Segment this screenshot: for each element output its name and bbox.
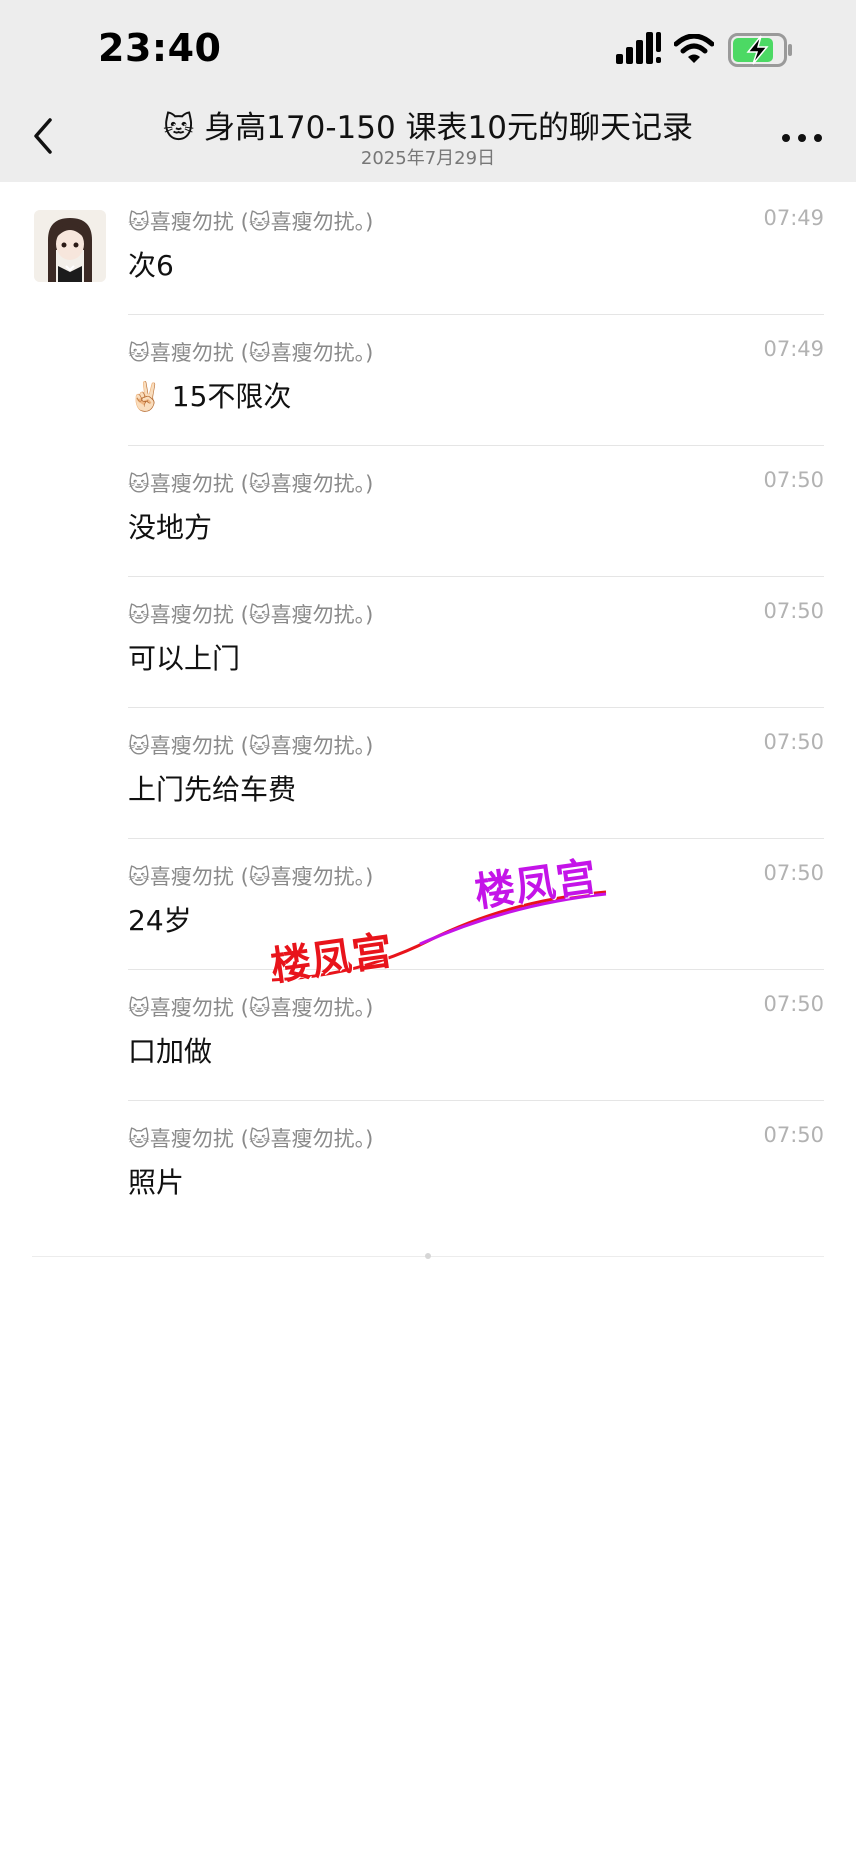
- message-sender: 🐱喜瘦勿扰 (🐱喜瘦勿扰。): [128, 1127, 374, 1151]
- message-time: 07:50: [763, 599, 824, 623]
- message-sender: 🐱喜瘦勿扰 (🐱喜瘦勿扰。): [128, 341, 374, 365]
- message-item[interactable]: 🐱喜瘦勿扰 (🐱喜瘦勿扰。) 07:50 照片: [128, 1101, 824, 1232]
- message-sender: 🐱喜瘦勿扰 (🐱喜瘦勿扰。): [128, 472, 374, 496]
- message-item[interactable]: 🐱喜瘦勿扰 (🐱喜瘦勿扰。) 07:50 可以上门: [128, 577, 824, 708]
- more-options-button[interactable]: [776, 120, 828, 156]
- message-sender: 🐱喜瘦勿扰 (🐱喜瘦勿扰。): [128, 603, 374, 627]
- message-item[interactable]: 🐱喜瘦勿扰 (🐱喜瘦勿扰。) 07:49 次6: [128, 184, 824, 315]
- message-sender: 🐱喜瘦勿扰 (🐱喜瘦勿扰。): [128, 734, 374, 758]
- message-text: ✌🏻 15不限次: [128, 380, 292, 413]
- cat-emoji-icon: 🐱: [163, 111, 195, 146]
- message-text: 次6: [128, 249, 174, 282]
- top-area: 23:40 🐱 身高170-150 课表10元的聊天记录 2025年7月29日: [0, 0, 856, 182]
- message-time: 07:50: [763, 992, 824, 1016]
- message-item[interactable]: 🐱喜瘦勿扰 (🐱喜瘦勿扰。) 07:50 没地方: [128, 446, 824, 577]
- message-text: 照片: [128, 1166, 185, 1199]
- message-time: 07:50: [763, 1123, 824, 1147]
- message-text: 没地方: [128, 511, 213, 544]
- message-text: 上门先给车费: [128, 773, 297, 806]
- avatar-girl-icon: [34, 210, 106, 282]
- avatar[interactable]: [34, 210, 106, 282]
- message-item[interactable]: 🐱喜瘦勿扰 (🐱喜瘦勿扰。) 07:50 上门先给车费: [128, 708, 824, 839]
- chat-title: 🐱 身高170-150 课表10元的聊天记录: [120, 102, 736, 147]
- back-button[interactable]: [24, 110, 64, 162]
- message-time: 07:50: [763, 468, 824, 492]
- message-text: 24岁: [128, 904, 192, 937]
- message-text: 可以上门: [128, 642, 241, 675]
- chat-date: 2025年7月29日: [360, 148, 496, 169]
- message-time: 07:50: [763, 861, 824, 885]
- cellular-signal-icon: [616, 32, 661, 64]
- message-item[interactable]: 🐱喜瘦勿扰 (🐱喜瘦勿扰。) 07:49 ✌🏻 15不限次: [128, 315, 824, 446]
- end-of-history-dot: [425, 1253, 431, 1259]
- message-time: 07:49: [763, 206, 824, 230]
- chat-title-text: 身高170-150 课表10元的聊天记录: [204, 110, 693, 146]
- message-time: 07:49: [763, 337, 824, 361]
- message-time: 07:50: [763, 730, 824, 754]
- message-sender: 🐱喜瘦勿扰 (🐱喜瘦勿扰。): [128, 210, 374, 234]
- wifi-icon: [674, 34, 714, 63]
- status-time: 23:40: [98, 26, 222, 70]
- battery-charging-icon: [728, 33, 792, 67]
- message-text: 口加做: [128, 1035, 213, 1068]
- message-sender: 🐱喜瘦勿扰 (🐱喜瘦勿扰。): [128, 996, 374, 1020]
- message-list: 🐱喜瘦勿扰 (🐱喜瘦勿扰。) 07:49 次6 🐱喜瘦勿扰 (🐱喜瘦勿扰。) 0…: [128, 184, 824, 1232]
